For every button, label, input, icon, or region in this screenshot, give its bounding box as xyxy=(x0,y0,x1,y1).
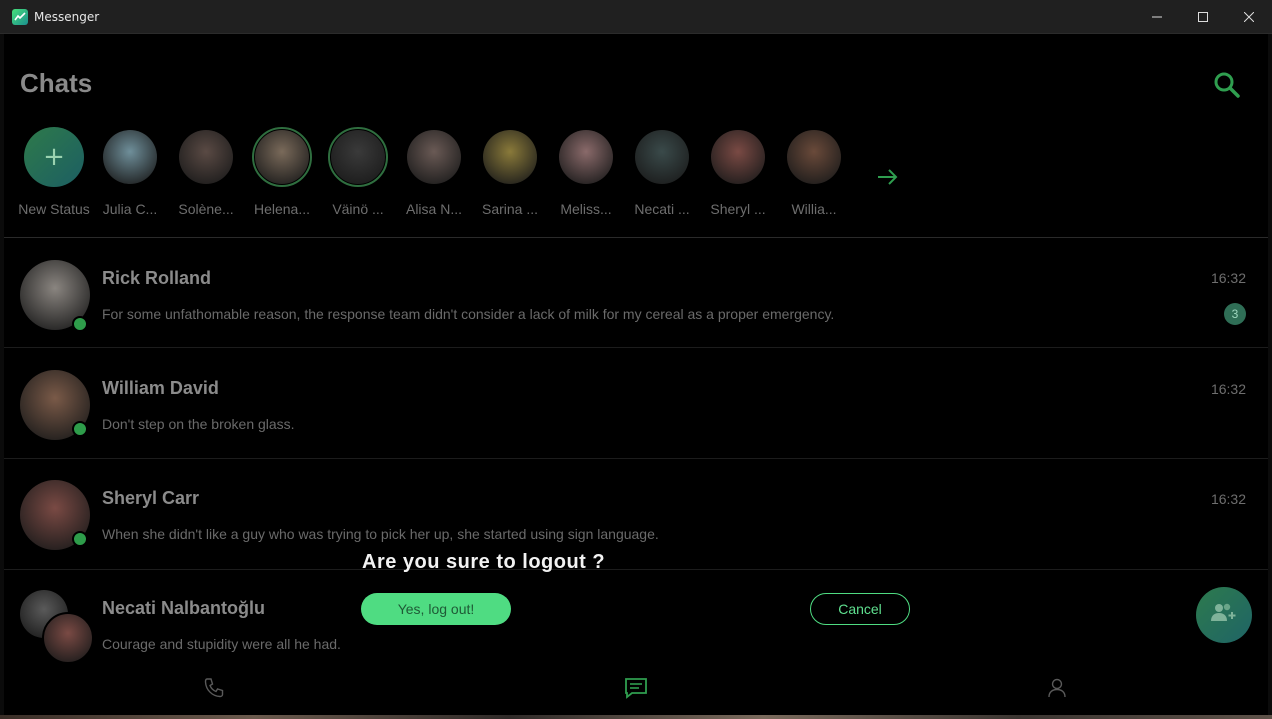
chat-name: Necati Nalbantoğlu xyxy=(102,598,266,618)
cancel-button[interactable]: Cancel xyxy=(810,593,910,625)
status-name: Solène... xyxy=(178,201,234,217)
chat-preview: When she didn't like a guy who was tryin… xyxy=(102,526,659,542)
avatar xyxy=(328,127,388,187)
chat-row[interactable]: Sheryl Carr 16:32 When she didn't like a… xyxy=(4,460,1268,570)
new-status-label: New Status xyxy=(18,201,90,217)
bottom-navigation xyxy=(4,662,1268,715)
online-indicator xyxy=(72,531,88,547)
online-indicator xyxy=(72,316,88,332)
logout-dialog-title: Are you sure to logout ? xyxy=(362,551,606,573)
search-icon[interactable] xyxy=(1212,70,1242,100)
minimize-icon[interactable] xyxy=(1134,0,1180,34)
avatar xyxy=(404,127,464,187)
chat-preview: Courage and stupidity were all he had. xyxy=(102,636,341,652)
chat-time: 16:32 xyxy=(1210,270,1246,286)
status-name: Väinö ... xyxy=(332,201,384,217)
status-item[interactable]: Sheryl ... xyxy=(700,127,776,227)
status-item[interactable]: Väinö ... xyxy=(320,127,396,227)
arrow-right-icon[interactable] xyxy=(876,167,900,187)
plus-icon: + xyxy=(24,127,84,187)
status-item[interactable]: Helena... xyxy=(244,127,320,227)
app-content: Chats + New Status Julia C... Solène... … xyxy=(4,34,1268,715)
avatar xyxy=(480,127,540,187)
chat-name: William David xyxy=(102,378,219,398)
avatar xyxy=(252,127,312,187)
close-icon[interactable] xyxy=(1226,0,1272,34)
chat-name: Sheryl Carr xyxy=(102,488,200,508)
status-name: Sarina ... xyxy=(481,201,539,217)
chat-row[interactable]: William David 16:32 Don't step on the br… xyxy=(4,349,1268,459)
chat-preview: For some unfathomable reason, the respon… xyxy=(102,306,835,322)
online-indicator xyxy=(72,421,88,437)
avatar xyxy=(632,127,692,187)
chat-icon[interactable] xyxy=(624,676,648,700)
status-name: Necati ... xyxy=(634,201,690,217)
status-strip: + New Status Julia C... Solène... Helena… xyxy=(16,127,852,227)
status-item[interactable]: Julia C... xyxy=(92,127,168,227)
phone-icon[interactable] xyxy=(202,676,226,700)
window-titlebar: Messenger xyxy=(0,0,1272,34)
status-item[interactable]: Necati ... xyxy=(624,127,700,227)
page-title: Chats xyxy=(20,68,93,98)
status-item[interactable]: Alisa N... xyxy=(396,127,472,227)
add-user-button[interactable] xyxy=(1196,587,1252,643)
status-name: Julia C... xyxy=(102,201,158,217)
status-name: Meliss... xyxy=(560,201,612,217)
confirm-logout-button[interactable]: Yes, log out! xyxy=(361,593,511,625)
background-strip xyxy=(0,715,1272,719)
chat-time: 16:32 xyxy=(1210,381,1246,397)
avatar xyxy=(100,127,160,187)
chat-preview: Don't step on the broken glass. xyxy=(102,416,295,432)
messenger-app-icon xyxy=(12,8,28,25)
avatar xyxy=(784,127,844,187)
status-item[interactable]: Solène... xyxy=(168,127,244,227)
chat-time: 16:32 xyxy=(1210,491,1246,507)
avatar xyxy=(556,127,616,187)
maximize-icon[interactable] xyxy=(1180,0,1226,34)
window-controls xyxy=(1134,0,1272,34)
profile-icon[interactable] xyxy=(1045,676,1069,700)
chat-row[interactable]: Rick Rolland 16:32 For some unfathomable… xyxy=(4,238,1268,348)
status-name: Helena... xyxy=(253,201,311,217)
add-user-icon xyxy=(1210,602,1238,628)
unread-badge: 3 xyxy=(1224,303,1246,325)
window-title: Messenger xyxy=(34,9,100,24)
new-status-button[interactable]: + New Status xyxy=(16,127,92,227)
avatar-secondary xyxy=(42,612,94,664)
chat-name: Rick Rolland xyxy=(102,268,212,288)
status-name: Willia... xyxy=(791,201,837,217)
avatar xyxy=(176,127,236,187)
status-item[interactable]: Sarina ... xyxy=(472,127,548,227)
status-item[interactable]: Meliss... xyxy=(548,127,624,227)
status-name: Alisa N... xyxy=(405,201,462,217)
status-name: Sheryl ... xyxy=(710,201,766,217)
avatar xyxy=(708,127,768,187)
status-item[interactable]: Willia... xyxy=(776,127,852,227)
